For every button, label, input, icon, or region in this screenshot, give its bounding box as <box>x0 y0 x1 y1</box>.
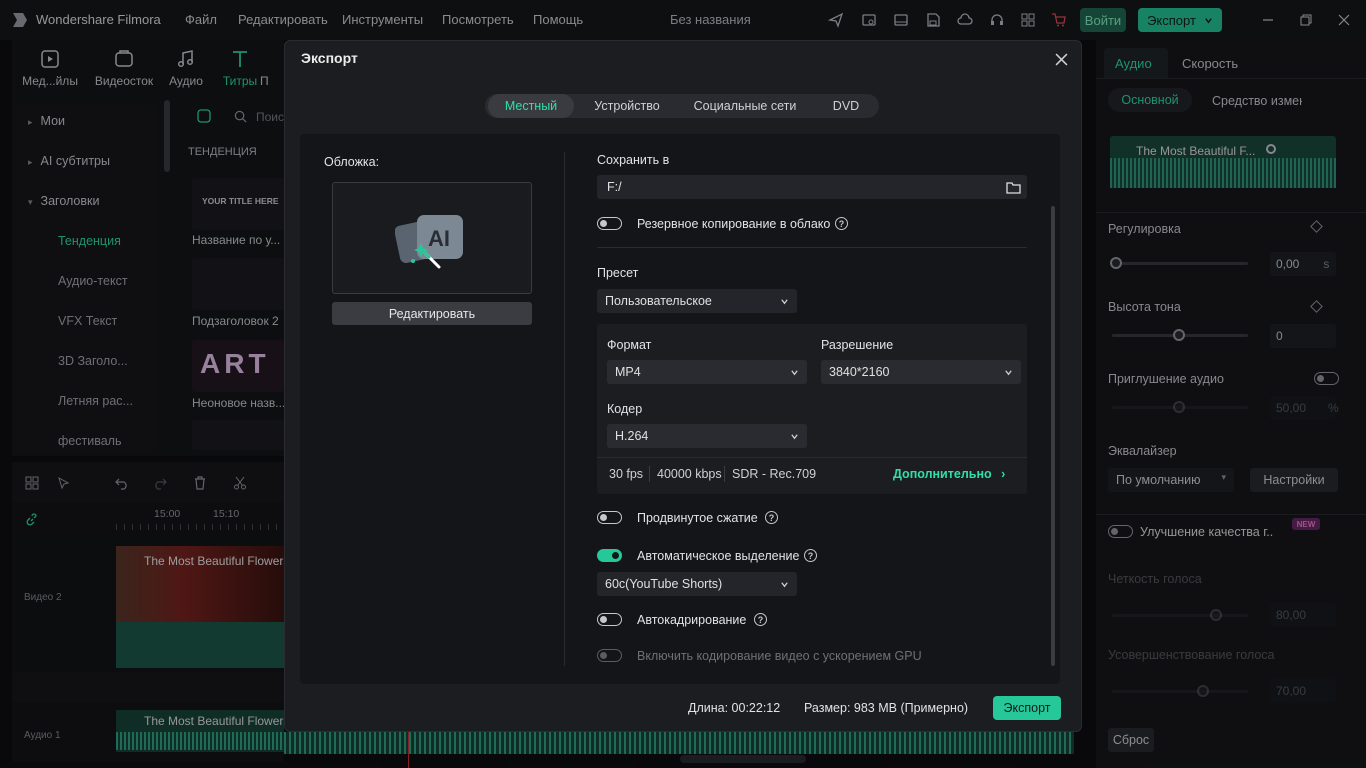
bitrate-value: 40000 kbps <box>657 467 722 481</box>
format-settings: Формат MP4 Разрешение 3840*2160 Кодер H.… <box>597 324 1027 494</box>
resolution-label: Разрешение <box>821 338 894 352</box>
chevron-right-icon: › <box>1001 467 1006 481</box>
divider <box>597 247 1027 248</box>
save-path-value: F:/ <box>607 180 622 194</box>
fps-value: 30 fps <box>609 467 644 481</box>
close-icon[interactable] <box>1051 49 1071 69</box>
edit-cover-button[interactable]: Редактировать <box>332 302 532 325</box>
divider <box>724 466 725 482</box>
export-content: Обложка: AI Редактировать Сохранить в F:… <box>300 134 1060 684</box>
codec-select[interactable]: H.264 <box>607 424 807 448</box>
auto-reframe-label: Автокадрирование <box>637 613 747 627</box>
chevron-down-icon <box>789 367 799 377</box>
help-icon[interactable]: ? <box>835 217 848 230</box>
export-tabs: Местный Устройство Социальные сети DVD <box>485 94 879 118</box>
cloud-backup-label: Резервное копирование в облако <box>637 217 831 231</box>
chevron-down-icon <box>1003 367 1013 377</box>
advanced-label: Дополнительно <box>893 467 992 481</box>
cloud-backup-toggle[interactable] <box>597 217 622 230</box>
save-to-label: Сохранить в <box>597 153 670 167</box>
resolution-value: 3840*2160 <box>829 365 890 379</box>
duration-text: Длина: 00:22:12 <box>688 701 781 715</box>
cover-label: Обложка: <box>324 155 380 169</box>
svg-text:AI: AI <box>428 226 450 251</box>
auto-highlight-toggle[interactable] <box>597 549 622 562</box>
tab-dvd[interactable]: DVD <box>815 94 877 118</box>
chevron-down-icon <box>779 579 789 589</box>
format-label: Формат <box>607 338 652 352</box>
help-icon[interactable]: ? <box>765 511 778 524</box>
divider <box>597 457 1027 458</box>
help-icon[interactable]: ? <box>754 613 767 626</box>
preset-value: Пользовательское <box>605 294 712 308</box>
gpu-label: Включить кодирование видео с ускорением … <box>637 649 922 663</box>
chevron-down-icon <box>789 431 799 441</box>
divider <box>649 466 650 482</box>
color-space-value: SDR - Rec.709 <box>732 467 817 481</box>
cover-thumbnail[interactable]: AI <box>332 182 532 294</box>
advanced-compress-toggle[interactable] <box>597 511 622 524</box>
dialog-scrollbar[interactable] <box>1051 206 1055 666</box>
codec-label: Кодер <box>607 402 643 416</box>
format-select[interactable]: MP4 <box>607 360 807 384</box>
dialog-title: Экспорт <box>301 50 358 66</box>
tab-local[interactable]: Местный <box>488 94 574 118</box>
save-path-field[interactable]: F:/ <box>597 175 1027 199</box>
tab-social[interactable]: Социальные сети <box>683 94 807 118</box>
auto-highlight-value: 60с(YouTube Shorts) <box>605 577 723 591</box>
auto-highlight-label: Автоматическое выделение <box>637 549 800 563</box>
help-icon[interactable]: ? <box>804 549 817 562</box>
resolution-select[interactable]: 3840*2160 <box>821 360 1021 384</box>
preset-select[interactable]: Пользовательское <box>597 289 797 313</box>
folder-icon[interactable] <box>1005 179 1021 195</box>
format-value: MP4 <box>615 365 641 379</box>
chevron-down-icon <box>779 296 789 306</box>
codec-value: H.264 <box>615 429 649 443</box>
gpu-toggle[interactable] <box>597 649 622 662</box>
auto-reframe-toggle[interactable] <box>597 613 622 626</box>
export-dialog: Экспорт Местный Устройство Социальные се… <box>284 40 1082 732</box>
export-button[interactable]: Экспорт <box>993 696 1061 720</box>
ai-image-icon: AI <box>395 213 467 271</box>
advanced-link[interactable]: Дополнительно › <box>893 467 1005 481</box>
size-text: Размер: 983 MB (Примерно) <box>804 701 969 715</box>
vertical-divider <box>564 152 565 666</box>
advanced-compress-label: Продвинутое сжатие <box>637 511 758 525</box>
auto-highlight-select[interactable]: 60с(YouTube Shorts) <box>597 572 797 596</box>
tab-device[interactable]: Устройство <box>579 94 675 118</box>
preset-label: Пресет <box>597 266 639 280</box>
